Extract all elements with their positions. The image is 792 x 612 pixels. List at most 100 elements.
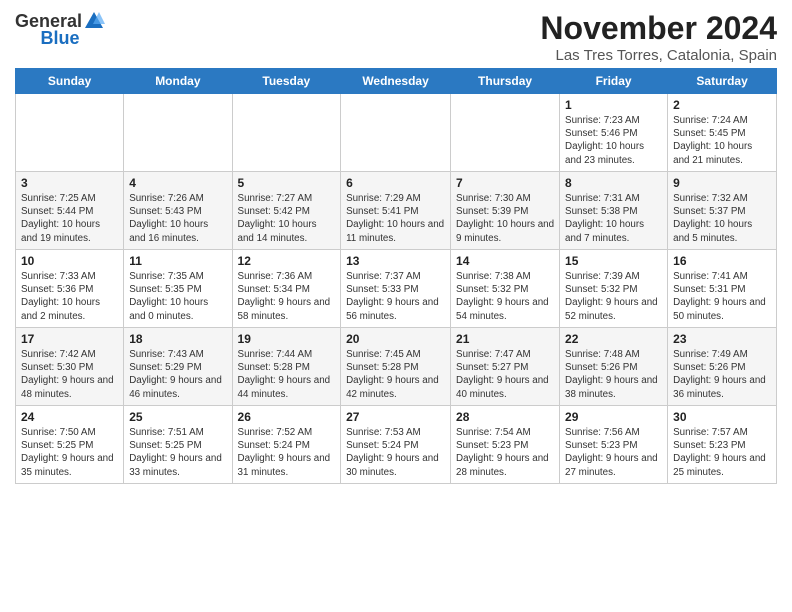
day-info: Sunrise: 7:36 AMSunset: 5:34 PMDaylight:… bbox=[238, 270, 336, 323]
calendar-cell: 30 Sunrise: 7:57 AMSunset: 5:23 PMDayligh… bbox=[668, 406, 777, 484]
day-info: Sunrise: 7:24 AMSunset: 5:45 PMDaylight:… bbox=[673, 114, 771, 167]
calendar-cell: 16 Sunrise: 7:41 AMSunset: 5:31 PMDayligh… bbox=[668, 250, 777, 328]
calendar-cell: 17 Sunrise: 7:42 AMSunset: 5:30 PMDayligh… bbox=[16, 328, 124, 406]
calendar-cell: 7 Sunrise: 7:30 AMSunset: 5:39 PMDaylight… bbox=[451, 172, 560, 250]
day-info: Sunrise: 7:41 AMSunset: 5:31 PMDaylight:… bbox=[673, 270, 771, 323]
logo-blue-text: Blue bbox=[41, 28, 80, 49]
day-number: 30 bbox=[673, 410, 771, 424]
day-number: 14 bbox=[456, 254, 554, 268]
day-number: 2 bbox=[673, 98, 771, 112]
month-title: November 2024 bbox=[540, 10, 777, 47]
day-info: Sunrise: 7:51 AMSunset: 5:25 PMDaylight:… bbox=[129, 426, 226, 479]
day-number: 18 bbox=[129, 332, 226, 346]
day-info: Sunrise: 7:47 AMSunset: 5:27 PMDaylight:… bbox=[456, 348, 554, 401]
calendar-cell bbox=[232, 94, 341, 172]
day-number: 24 bbox=[21, 410, 118, 424]
day-info: Sunrise: 7:26 AMSunset: 5:43 PMDaylight:… bbox=[129, 192, 226, 245]
day-number: 28 bbox=[456, 410, 554, 424]
calendar-cell: 5 Sunrise: 7:27 AMSunset: 5:42 PMDaylight… bbox=[232, 172, 341, 250]
calendar-cell: 20 Sunrise: 7:45 AMSunset: 5:28 PMDayligh… bbox=[341, 328, 451, 406]
day-number: 7 bbox=[456, 176, 554, 190]
day-number: 26 bbox=[238, 410, 336, 424]
day-info: Sunrise: 7:29 AMSunset: 5:41 PMDaylight:… bbox=[346, 192, 445, 245]
calendar-week-row: 1 Sunrise: 7:23 AMSunset: 5:46 PMDaylight… bbox=[16, 94, 777, 172]
calendar-cell: 25Sunrise: 7:51 AMSunset: 5:25 PMDayligh… bbox=[124, 406, 232, 484]
calendar-cell: 24 Sunrise: 7:50 AMSunset: 5:25 PMDayligh… bbox=[16, 406, 124, 484]
calendar-cell: 12 Sunrise: 7:36 AMSunset: 5:34 PMDayligh… bbox=[232, 250, 341, 328]
day-number: 16 bbox=[673, 254, 771, 268]
day-number: 3 bbox=[21, 176, 118, 190]
day-info: Sunrise: 7:48 AMSunset: 5:26 PMDaylight:… bbox=[565, 348, 662, 401]
day-info: Sunrise: 7:25 AMSunset: 5:44 PMDaylight:… bbox=[21, 192, 118, 245]
title-section: November 2024 Las Tres Torres, Catalonia… bbox=[540, 10, 777, 64]
calendar-cell: 27Sunrise: 7:53 AMSunset: 5:24 PMDayligh… bbox=[341, 406, 451, 484]
calendar-week-row: 10Sunrise: 7:33 AMSunset: 5:36 PMDayligh… bbox=[16, 250, 777, 328]
calendar-cell: 6 Sunrise: 7:29 AMSunset: 5:41 PMDaylight… bbox=[341, 172, 451, 250]
day-number: 11 bbox=[129, 254, 226, 268]
calendar-week-row: 3 Sunrise: 7:25 AMSunset: 5:44 PMDaylight… bbox=[16, 172, 777, 250]
day-info: Sunrise: 7:57 AMSunset: 5:23 PMDaylight:… bbox=[673, 426, 771, 479]
calendar-week-row: 24 Sunrise: 7:50 AMSunset: 5:25 PMDayligh… bbox=[16, 406, 777, 484]
day-number: 8 bbox=[565, 176, 662, 190]
calendar-cell: 13 Sunrise: 7:37 AMSunset: 5:33 PMDayligh… bbox=[341, 250, 451, 328]
day-number: 12 bbox=[238, 254, 336, 268]
day-info: Sunrise: 7:37 AMSunset: 5:33 PMDaylight:… bbox=[346, 270, 445, 323]
day-header-friday: Friday bbox=[560, 69, 668, 94]
day-info: Sunrise: 7:49 AMSunset: 5:26 PMDaylight:… bbox=[673, 348, 771, 401]
calendar-cell: 3 Sunrise: 7:25 AMSunset: 5:44 PMDaylight… bbox=[16, 172, 124, 250]
calendar-week-row: 17 Sunrise: 7:42 AMSunset: 5:30 PMDayligh… bbox=[16, 328, 777, 406]
day-info: Sunrise: 7:33 AMSunset: 5:36 PMDaylight:… bbox=[21, 270, 118, 323]
day-info: Sunrise: 7:23 AMSunset: 5:46 PMDaylight:… bbox=[565, 114, 662, 167]
day-info: Sunrise: 7:53 AMSunset: 5:24 PMDaylight:… bbox=[346, 426, 445, 479]
day-info: Sunrise: 7:31 AMSunset: 5:38 PMDaylight:… bbox=[565, 192, 662, 245]
calendar-header-row: SundayMondayTuesdayWednesdayThursdayFrid… bbox=[16, 69, 777, 94]
day-info: Sunrise: 7:30 AMSunset: 5:39 PMDaylight:… bbox=[456, 192, 554, 245]
day-info: Sunrise: 7:38 AMSunset: 5:32 PMDaylight:… bbox=[456, 270, 554, 323]
day-info: Sunrise: 7:32 AMSunset: 5:37 PMDaylight:… bbox=[673, 192, 771, 245]
calendar-cell bbox=[451, 94, 560, 172]
calendar-cell bbox=[124, 94, 232, 172]
calendar-cell: 10Sunrise: 7:33 AMSunset: 5:36 PMDayligh… bbox=[16, 250, 124, 328]
day-info: Sunrise: 7:42 AMSunset: 5:30 PMDaylight:… bbox=[21, 348, 118, 401]
day-number: 13 bbox=[346, 254, 445, 268]
calendar-cell: 8 Sunrise: 7:31 AMSunset: 5:38 PMDaylight… bbox=[560, 172, 668, 250]
calendar-cell: 26 Sunrise: 7:52 AMSunset: 5:24 PMDayligh… bbox=[232, 406, 341, 484]
calendar-cell bbox=[16, 94, 124, 172]
day-number: 22 bbox=[565, 332, 662, 346]
day-header-thursday: Thursday bbox=[451, 69, 560, 94]
logo-icon bbox=[83, 10, 105, 32]
calendar-cell: 19 Sunrise: 7:44 AMSunset: 5:28 PMDayligh… bbox=[232, 328, 341, 406]
day-info: Sunrise: 7:35 AMSunset: 5:35 PMDaylight:… bbox=[129, 270, 226, 323]
day-info: Sunrise: 7:45 AMSunset: 5:28 PMDaylight:… bbox=[346, 348, 445, 401]
calendar-table: SundayMondayTuesdayWednesdayThursdayFrid… bbox=[15, 68, 777, 484]
day-number: 6 bbox=[346, 176, 445, 190]
day-number: 4 bbox=[129, 176, 226, 190]
header: General Blue November 2024 Las Tres Torr… bbox=[15, 10, 777, 64]
day-info: Sunrise: 7:56 AMSunset: 5:23 PMDaylight:… bbox=[565, 426, 662, 479]
calendar-cell: 4 Sunrise: 7:26 AMSunset: 5:43 PMDaylight… bbox=[124, 172, 232, 250]
day-number: 9 bbox=[673, 176, 771, 190]
day-number: 5 bbox=[238, 176, 336, 190]
day-number: 1 bbox=[565, 98, 662, 112]
calendar-cell: 18 Sunrise: 7:43 AMSunset: 5:29 PMDayligh… bbox=[124, 328, 232, 406]
day-number: 17 bbox=[21, 332, 118, 346]
calendar-cell: 2 Sunrise: 7:24 AMSunset: 5:45 PMDaylight… bbox=[668, 94, 777, 172]
calendar-cell: 28 Sunrise: 7:54 AMSunset: 5:23 PMDayligh… bbox=[451, 406, 560, 484]
day-number: 20 bbox=[346, 332, 445, 346]
calendar-cell: 23 Sunrise: 7:49 AMSunset: 5:26 PMDayligh… bbox=[668, 328, 777, 406]
day-number: 21 bbox=[456, 332, 554, 346]
day-info: Sunrise: 7:50 AMSunset: 5:25 PMDaylight:… bbox=[21, 426, 118, 479]
day-info: Sunrise: 7:27 AMSunset: 5:42 PMDaylight:… bbox=[238, 192, 336, 245]
calendar-cell: 9 Sunrise: 7:32 AMSunset: 5:37 PMDaylight… bbox=[668, 172, 777, 250]
day-number: 29 bbox=[565, 410, 662, 424]
calendar-cell: 15Sunrise: 7:39 AMSunset: 5:32 PMDayligh… bbox=[560, 250, 668, 328]
day-number: 23 bbox=[673, 332, 771, 346]
day-info: Sunrise: 7:52 AMSunset: 5:24 PMDaylight:… bbox=[238, 426, 336, 479]
day-header-tuesday: Tuesday bbox=[232, 69, 341, 94]
day-info: Sunrise: 7:43 AMSunset: 5:29 PMDaylight:… bbox=[129, 348, 226, 401]
day-header-sunday: Sunday bbox=[16, 69, 124, 94]
day-number: 19 bbox=[238, 332, 336, 346]
day-info: Sunrise: 7:54 AMSunset: 5:23 PMDaylight:… bbox=[456, 426, 554, 479]
day-info: Sunrise: 7:44 AMSunset: 5:28 PMDaylight:… bbox=[238, 348, 336, 401]
day-info: Sunrise: 7:39 AMSunset: 5:32 PMDaylight:… bbox=[565, 270, 662, 323]
